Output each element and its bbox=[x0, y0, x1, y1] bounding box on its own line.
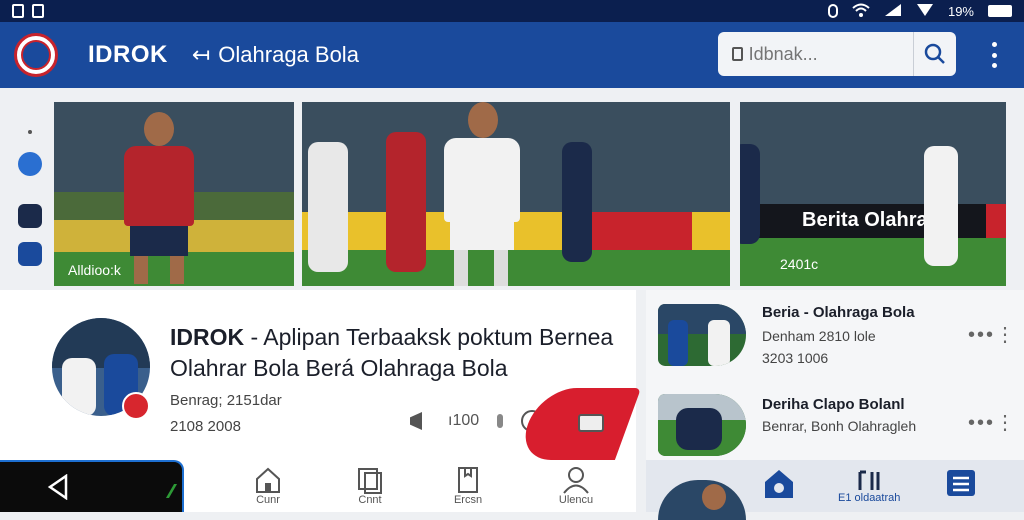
news-item-2-more-button[interactable]: •••⋮ bbox=[968, 410, 1017, 435]
app-subtitle-text: Olahraga Bola bbox=[218, 42, 359, 67]
location-icon bbox=[916, 3, 934, 20]
nav-right-stats[interactable]: E1 oldaatrah bbox=[838, 468, 900, 504]
player-image bbox=[114, 112, 204, 284]
bookmark-page-icon bbox=[458, 467, 478, 493]
signal-icon bbox=[884, 3, 902, 20]
system-back-area bbox=[0, 460, 185, 512]
megaphone-icon[interactable] bbox=[410, 412, 422, 430]
hero-card-2[interactable] bbox=[302, 102, 730, 286]
search-button[interactable] bbox=[913, 32, 956, 76]
wifi-icon bbox=[852, 3, 870, 20]
app-logo[interactable] bbox=[14, 33, 58, 77]
hero-card-1[interactable]: Alldioo:k bbox=[54, 102, 294, 286]
more-menu-button[interactable] bbox=[984, 42, 1004, 68]
news-item-1-time: 3203 1006 bbox=[762, 350, 829, 366]
nav-content-label: Cnnt bbox=[358, 494, 382, 506]
news-item-1[interactable]: Beria - Olahraga Bola Denham 2810 lole 3… bbox=[646, 300, 1024, 380]
rail-ear-button[interactable] bbox=[18, 152, 42, 176]
user-icon bbox=[563, 467, 589, 494]
featured-title-bold: IDROK bbox=[170, 324, 245, 350]
sim-icon bbox=[12, 4, 24, 18]
featured-time: 2108 2008 bbox=[170, 418, 241, 435]
hero-card-3[interactable]: Berita Olahragy 2401c bbox=[740, 102, 1006, 286]
nav-events[interactable]: Ercsn bbox=[446, 466, 490, 506]
dot-icon bbox=[497, 414, 504, 428]
nav-right-home[interactable] bbox=[762, 468, 796, 498]
nav-profile-label: Ulencu bbox=[558, 494, 594, 506]
app-bar: IDROK ↤ Olahraga Bola bbox=[0, 22, 1024, 88]
video-icon[interactable] bbox=[578, 414, 604, 432]
status-icons-left bbox=[12, 4, 44, 18]
nav-home[interactable]: Cunr bbox=[246, 466, 290, 506]
search-icon bbox=[924, 43, 945, 64]
featured-count: ı100 bbox=[448, 412, 480, 429]
news-item-1-sub: Denham 2810 lole bbox=[762, 328, 876, 344]
home-icon bbox=[256, 467, 280, 493]
notification-icon bbox=[32, 4, 44, 18]
stats-icon bbox=[858, 470, 880, 490]
news-item-2-title: Deriha Clapo Bolanl bbox=[762, 396, 905, 413]
app-title: IDROK bbox=[88, 41, 168, 68]
nav-home-label: Cunr bbox=[256, 494, 280, 506]
news-item-1-more-button[interactable]: •••⋮ bbox=[968, 322, 1017, 347]
news-item-1-title: Beria - Olahraga Bola bbox=[762, 304, 915, 321]
nav-right-stats-label: E1 oldaatrah bbox=[838, 492, 901, 504]
bookmark-icon bbox=[732, 47, 743, 61]
nav-content[interactable]: Cnnt bbox=[348, 466, 392, 506]
nav-events-label: Ercsn bbox=[453, 494, 483, 506]
rail-chat-button[interactable] bbox=[18, 242, 42, 266]
nav-profile[interactable]: Ulencu bbox=[554, 466, 598, 506]
search-bar[interactable] bbox=[718, 32, 956, 76]
news-item-2-sub: Benrar, Bonh Olahragleh bbox=[762, 418, 917, 434]
rail-user-button[interactable] bbox=[18, 204, 42, 228]
home-filled-icon bbox=[765, 470, 793, 498]
hero-card-3-label: 2401c bbox=[780, 256, 819, 272]
pencil-icon bbox=[165, 484, 185, 498]
news-item-2-thumbnail bbox=[658, 394, 746, 456]
list-icon bbox=[947, 470, 975, 496]
battery-percent: 19% bbox=[947, 3, 974, 19]
app-subtitle: ↤ Olahraga Bola bbox=[192, 42, 359, 68]
nav-right-list[interactable] bbox=[944, 468, 978, 498]
featured-meta: Benrag; 2151dar bbox=[170, 392, 282, 409]
search-input[interactable] bbox=[742, 43, 913, 65]
hero-card-1-label: Alldioo:k bbox=[68, 262, 121, 278]
rail-dot bbox=[28, 130, 32, 134]
featured-badge-icon bbox=[122, 392, 150, 420]
featured-title: IDROK - Aplipan Terbaaksk poktum Bernea … bbox=[170, 322, 620, 384]
battery-icon bbox=[988, 5, 1012, 17]
record-icon bbox=[827, 4, 838, 18]
back-triangle-icon[interactable] bbox=[46, 474, 70, 500]
news-item-1-thumbnail bbox=[658, 304, 746, 366]
status-bar: 19% bbox=[0, 0, 1024, 22]
arrow-icon: ↤ bbox=[191, 42, 211, 67]
featured-actions: ı100 bbox=[410, 410, 544, 432]
player-image bbox=[432, 102, 532, 286]
status-icons-right: 19% bbox=[827, 3, 1012, 20]
copy-icon bbox=[358, 468, 382, 494]
